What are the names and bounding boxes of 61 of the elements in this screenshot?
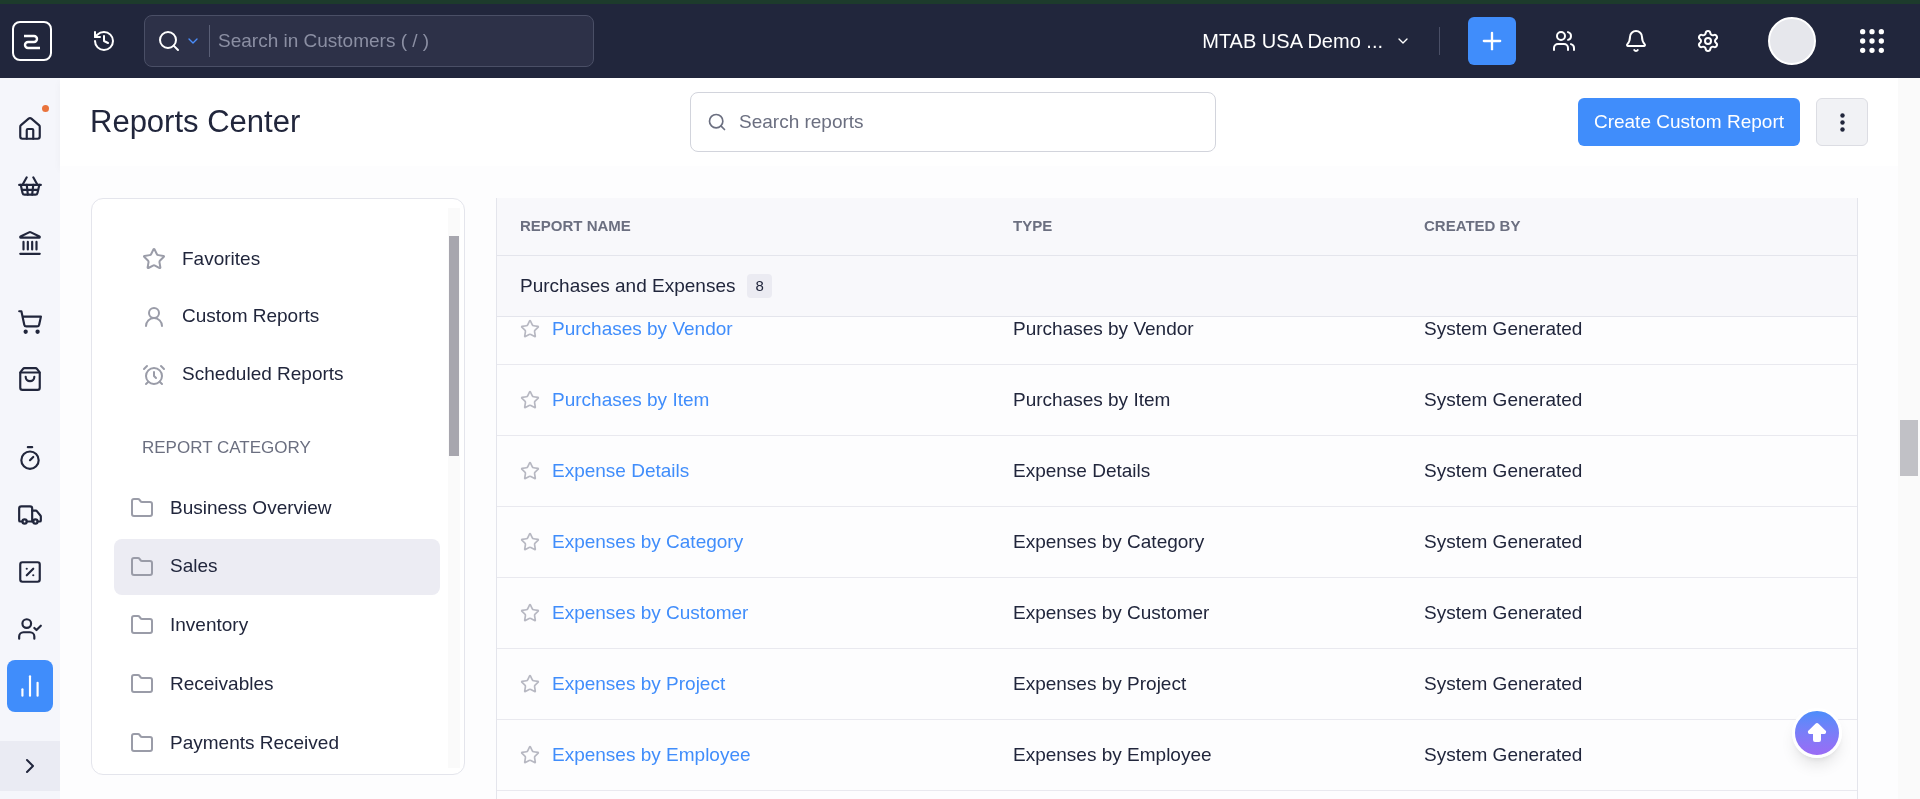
search-icon[interactable] <box>157 29 181 53</box>
star-icon <box>142 246 166 271</box>
table-cell-text: System Generated <box>1424 529 1583 554</box>
recent-history-icon[interactable] <box>92 29 116 53</box>
search-icon <box>707 112 727 132</box>
create-custom-report-button[interactable]: Create Custom Report <box>1577 98 1800 146</box>
arrow-up-icon <box>1805 721 1829 745</box>
user-icon <box>142 304 166 329</box>
report-link[interactable]: Expenses by Employee <box>552 740 751 770</box>
report-link[interactable]: Expenses by Customer <box>552 598 749 628</box>
folder-icon <box>130 495 154 520</box>
favorite-star-icon[interactable] <box>520 603 540 623</box>
report-link[interactable]: Expenses by Project <box>552 669 726 699</box>
favorite-star-icon[interactable] <box>520 674 540 694</box>
table-cell-text: Expenses by Customer <box>1013 600 1210 625</box>
users-icon[interactable] <box>1552 29 1576 53</box>
page-title: Reports Center <box>90 102 302 141</box>
settings-icon[interactable] <box>1696 29 1720 53</box>
table-cell-text: Expenses by Project <box>1013 671 1187 696</box>
column-header: TYPE <box>1013 216 1053 237</box>
table-cell-text: Expenses by Employee <box>1013 742 1212 767</box>
more-options-icon <box>1839 112 1845 132</box>
group-name: Purchases and Expenses <box>520 273 736 298</box>
table-cell-text: Purchases by Item <box>1013 387 1171 412</box>
notifications-icon[interactable] <box>1624 29 1648 53</box>
table-cell-text: System Generated <box>1424 316 1583 341</box>
table-cell-text: System Generated <box>1424 671 1583 696</box>
app-logo-icon[interactable] <box>12 21 52 61</box>
search-field[interactable]: Search in Customers ( / ) <box>144 15 594 67</box>
table-cell-text: System Generated <box>1424 458 1583 483</box>
report-link[interactable]: Expense Details <box>552 456 690 486</box>
favorite-star-icon[interactable] <box>520 532 540 552</box>
report-link[interactable]: Scheduled Reports <box>114 345 440 404</box>
favorite-star-icon[interactable] <box>520 390 540 410</box>
report-link[interactable]: Expenses by Category <box>552 527 744 557</box>
search-reports-field[interactable]: Search reports <box>690 92 1216 152</box>
table-cell-text: System Generated <box>1424 387 1583 412</box>
bar-chart-icon[interactable] <box>7 660 53 712</box>
alarm-clock-icon <box>142 362 166 387</box>
table-cell-text: Purchases by Vendor <box>1013 316 1194 341</box>
folder-icon <box>130 554 154 579</box>
report-link[interactable]: Purchases by Vendor <box>552 314 733 344</box>
group-count: 8 <box>747 273 772 299</box>
table-cell-text: System Generated <box>1424 600 1583 625</box>
avatar[interactable] <box>1768 17 1816 65</box>
favorite-star-icon[interactable] <box>520 319 540 339</box>
table-cell-text: Expense Details <box>1013 458 1151 483</box>
column-header: CREATED BY <box>1424 216 1521 237</box>
more-options-button[interactable] <box>1816 98 1868 146</box>
column-header: REPORT NAME <box>520 216 631 237</box>
favorite-star-icon[interactable] <box>520 745 540 765</box>
report-link[interactable]: Purchases by Item <box>552 385 710 415</box>
table-cell-text: System Generated <box>1424 742 1583 767</box>
organization-switcher[interactable]: MTAB USA Demo ... <box>1202 26 1411 56</box>
report-link[interactable]: Custom Reports <box>114 287 440 346</box>
category-heading: REPORT CATEGORY <box>141 437 312 460</box>
report-link[interactable]: Favorites <box>114 230 440 288</box>
category-item[interactable]: Sales <box>114 538 440 595</box>
favorite-star-icon[interactable] <box>520 461 540 481</box>
table-cell-text: Expenses by Category <box>1013 529 1205 554</box>
add-button[interactable] <box>1468 17 1516 65</box>
